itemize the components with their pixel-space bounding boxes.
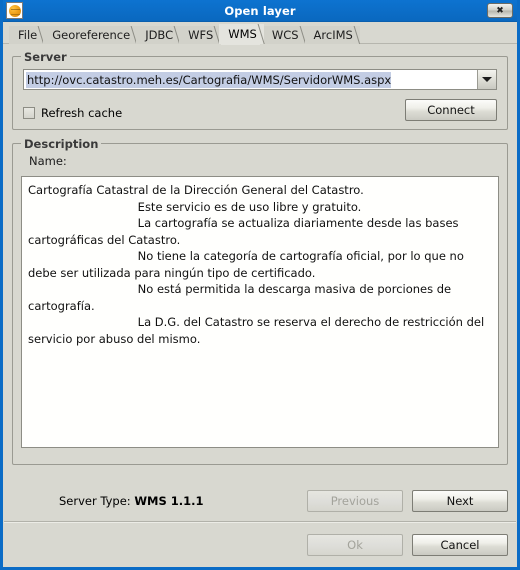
ok-button[interactable]: Ok (307, 534, 403, 556)
globe-icon (6, 2, 23, 19)
tab-wms[interactable]: WMS (219, 24, 265, 45)
open-layer-dialog: Open layer ✖ File Georeference JDBC WFS … (0, 0, 520, 570)
tab-jdbc-label: JDBC (145, 28, 174, 42)
server-url-value: http://ovc.catastro.meh.es/Cartografia/W… (26, 71, 392, 88)
tab-jdbc[interactable]: JDBC (136, 26, 181, 44)
tab-file-label: File (18, 28, 38, 42)
tab-wcs-label: WCS (271, 28, 299, 42)
tab-arcims[interactable]: ArcIMS (304, 26, 361, 44)
dialog-action-row: Ok Cancel (3, 523, 517, 567)
server-url-row: http://ovc.catastro.meh.es/Cartografia/W… (23, 69, 497, 90)
cancel-button[interactable]: Cancel (412, 534, 508, 556)
next-button[interactable]: Next (412, 490, 508, 512)
tab-panel-wms: Server http://ovc.catastro.meh.es/Cartog… (3, 44, 517, 481)
refresh-cache-label: Refresh cache (41, 106, 123, 120)
server-url-combobox[interactable]: http://ovc.catastro.meh.es/Cartografia/W… (23, 69, 497, 90)
name-label: Name: (29, 154, 67, 168)
tab-file[interactable]: File (9, 26, 45, 44)
tab-slant (257, 24, 265, 44)
close-icon[interactable]: ✖ (487, 3, 513, 18)
chevron-down-icon[interactable] (477, 70, 496, 89)
description-textarea[interactable]: Cartografía Catastral de la Dirección Ge… (21, 176, 499, 448)
title-bar: Open layer ✖ (3, 0, 517, 22)
wizard-nav-row: Server Type: WMS 1.1.1 Previous Next (3, 481, 517, 521)
tab-georeference-label: Georeference (52, 28, 131, 42)
tab-arcims-label: ArcIMS (313, 28, 353, 42)
description-group: Description Name: Cartografía Catastral … (12, 137, 508, 465)
tab-georeference[interactable]: Georeference (43, 26, 138, 44)
server-type-value: WMS 1.1.1 (134, 494, 204, 508)
tab-wfs[interactable]: WFS (179, 26, 221, 44)
tab-wfs-label: WFS (188, 28, 214, 42)
description-text: Cartografía Catastral de la Dirección Ge… (28, 183, 485, 346)
tab-bar: File Georeference JDBC WFS WMS WCS ArcIM… (3, 22, 517, 45)
server-group-legend: Server (21, 50, 70, 64)
refresh-cache-checkbox[interactable] (23, 107, 35, 119)
tab-slant (353, 26, 361, 44)
server-group: Server http://ovc.catastro.meh.es/Cartog… (12, 50, 508, 130)
description-group-legend: Description (21, 137, 102, 151)
previous-button[interactable]: Previous (307, 490, 403, 512)
connect-button[interactable]: Connect (405, 99, 497, 121)
tab-wms-label: WMS (228, 27, 257, 41)
server-type-label: Server Type: (59, 494, 131, 508)
window-title: Open layer (224, 3, 296, 18)
server-type-info: Server Type: WMS 1.1.1 (59, 494, 203, 508)
tab-wcs[interactable]: WCS (262, 26, 306, 44)
server-url-field[interactable]: http://ovc.catastro.meh.es/Cartografia/W… (24, 70, 477, 89)
